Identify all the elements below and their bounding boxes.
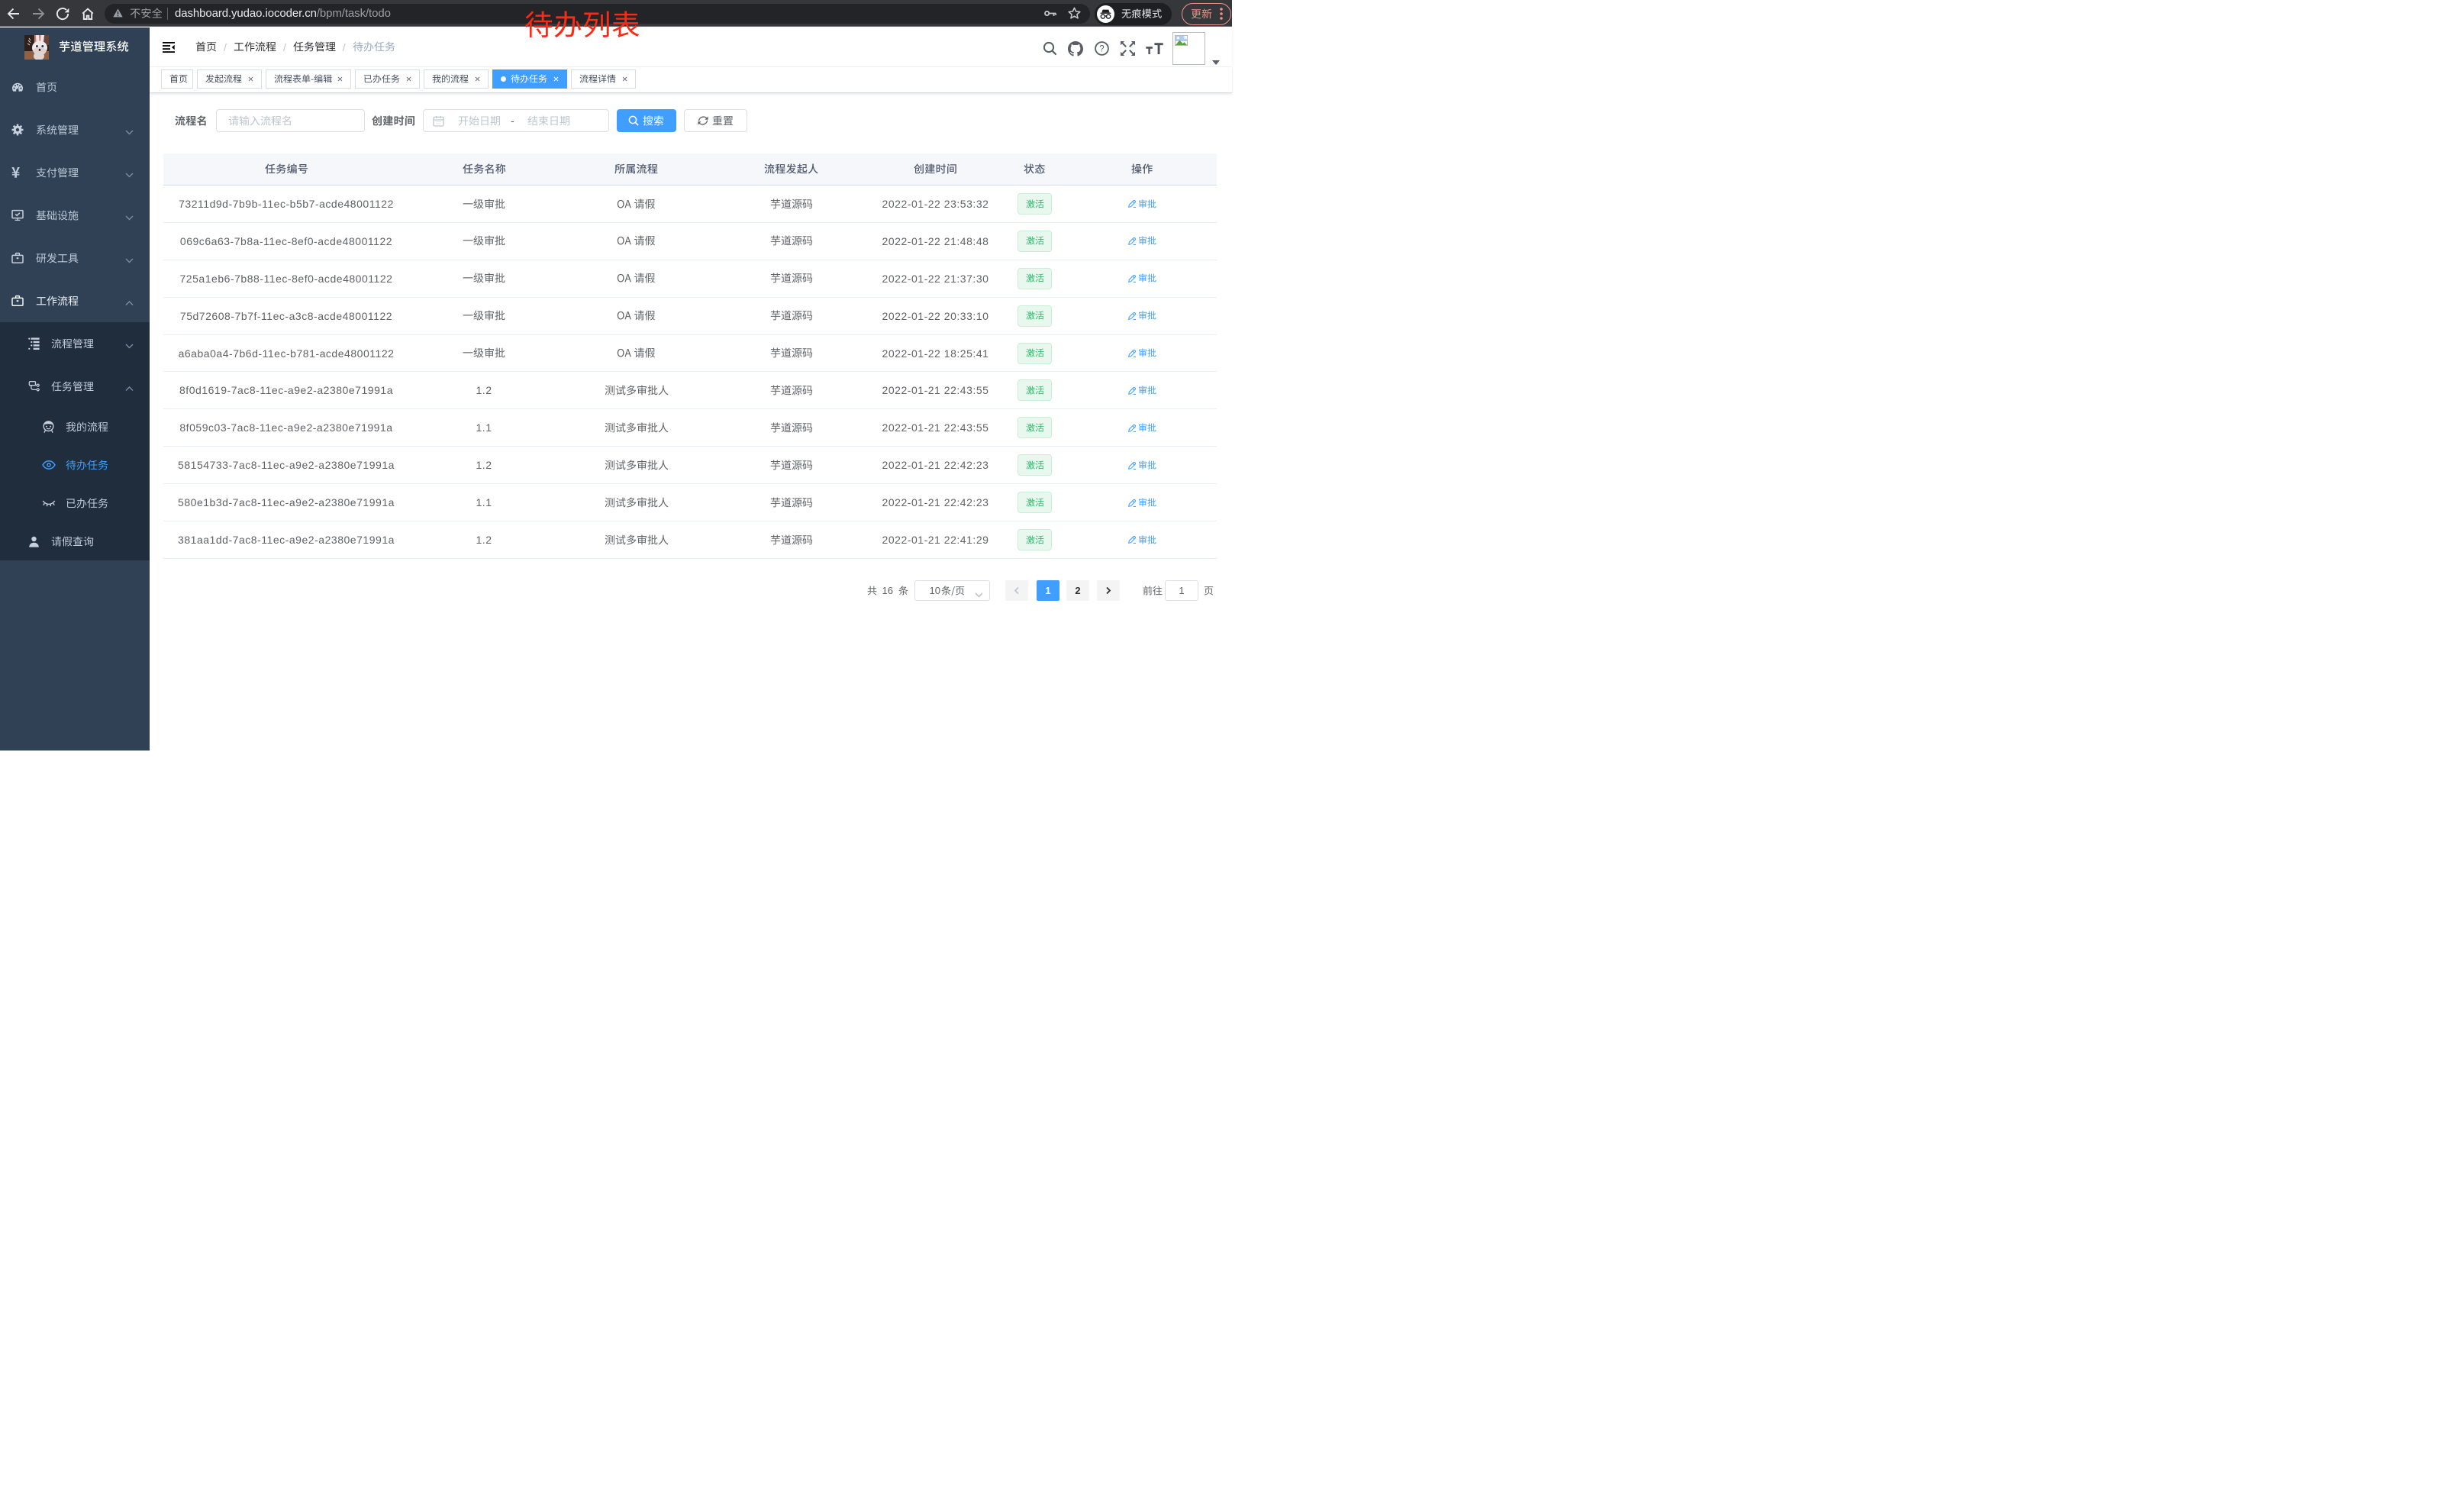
svg-text:?: ?	[1099, 45, 1104, 54]
